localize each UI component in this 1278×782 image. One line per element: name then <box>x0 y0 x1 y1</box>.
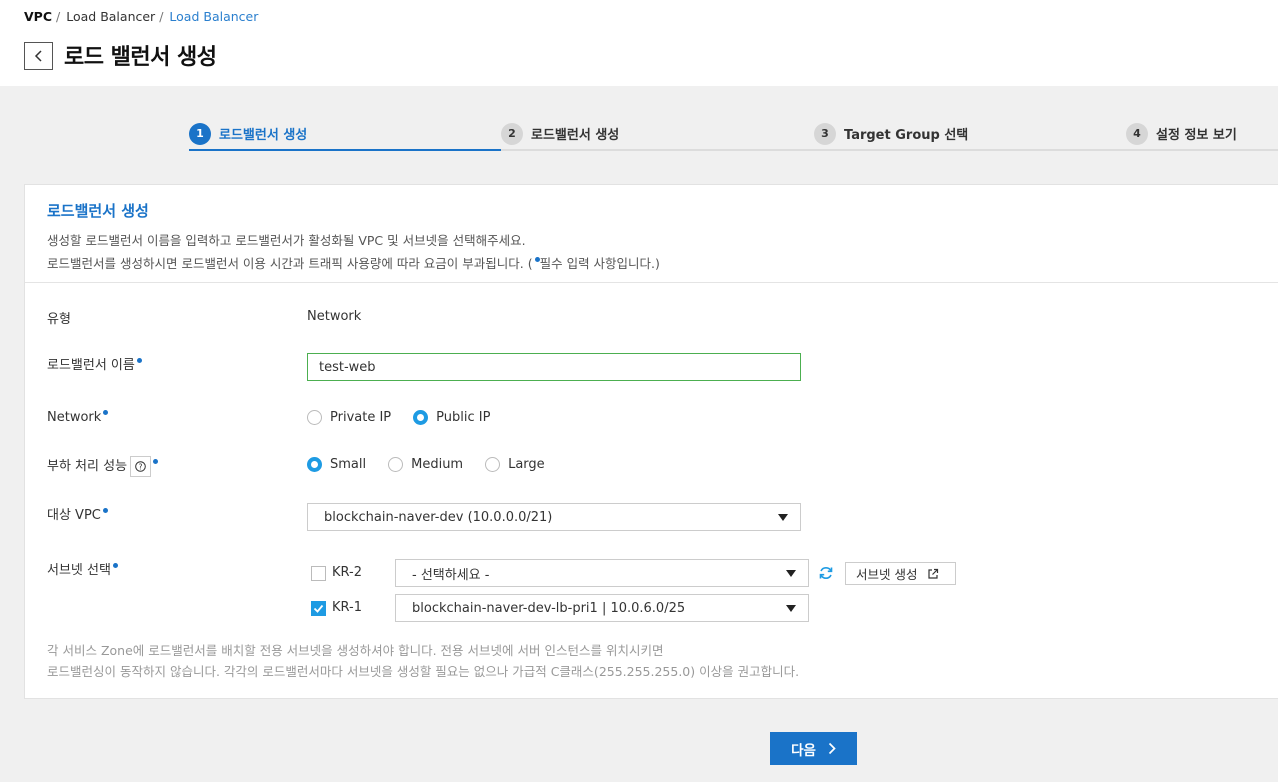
next-button[interactable]: 다음 <box>770 732 857 765</box>
kr2-subnet-select[interactable]: - 선택하세요 - <box>395 559 809 587</box>
required-dot-icon <box>153 459 159 464</box>
create-subnet-button[interactable]: 서브넷 생성 <box>845 562 956 585</box>
breadcrumb: VPC / Load Balancer / Load Balancer <box>24 9 258 24</box>
kr1-subnet-value: blockchain-naver-dev-lb-pri1 | 10.0.6.0/… <box>412 600 686 616</box>
step-label: 설정 정보 보기 <box>1156 128 1237 143</box>
note-line-1: 각 서비스 Zone에 로드밸런서를 배치할 전용 서브넷을 생성하셔야 합니다… <box>47 643 664 658</box>
vpc-label: 대상 VPC <box>47 508 101 523</box>
wizard-steps: 1 로드밸런서 생성 2 로드밸런서 생성 3 Target Group 선택 … <box>189 116 1278 151</box>
note-line-2: 로드밸런싱이 동작하지 않습니다. 각각의 로드밸런서마다 서브넷을 생성할 필… <box>47 664 800 679</box>
create-subnet-label: 서브넷 생성 <box>856 567 918 582</box>
radio-public-ip[interactable]: Public IP <box>413 410 490 425</box>
check-icon <box>313 604 324 613</box>
active-step-indicator <box>189 149 501 151</box>
step-number: 2 <box>501 122 523 145</box>
card-header: 로드밸런서 생성 생성할 로드밸런서 이름을 입력하고 로드밸런서가 활성화될 … <box>25 185 1278 283</box>
subnet-label: 서브넷 선택 <box>47 563 111 578</box>
load-balancer-name-input[interactable] <box>307 353 801 381</box>
step-number: 4 <box>1126 122 1148 145</box>
type-label: 유형 <box>47 312 71 327</box>
network-radio-group: Private IP Public IP <box>307 410 490 425</box>
radio-label: Large <box>508 457 545 472</box>
page-header: VPC / Load Balancer / Load Balancer 로드 밸… <box>0 0 1278 86</box>
caret-down-icon <box>778 514 788 521</box>
breadcrumb-current[interactable]: Load Balancer <box>169 9 258 24</box>
next-button-label: 다음 <box>791 742 816 758</box>
radio-label: Private IP <box>330 410 392 425</box>
step-3[interactable]: 3 Target Group 선택 <box>814 116 968 151</box>
required-dot-icon <box>136 358 142 363</box>
vpc-label-row: 대상 VPC <box>47 504 108 523</box>
radio-circle <box>485 457 501 472</box>
refresh-icon[interactable] <box>818 565 834 581</box>
breadcrumb-vpc[interactable]: VPC <box>24 9 52 24</box>
network-label-row: Network <box>47 410 109 425</box>
step-label: Target Group 선택 <box>844 128 969 143</box>
radio-circle <box>307 410 322 425</box>
required-dot-icon <box>103 410 109 415</box>
zone-kr2-label: KR-2 <box>332 565 362 580</box>
radio-label: Medium <box>411 457 464 472</box>
kr2-subnet-value: - 선택하세요 - <box>412 567 490 583</box>
caret-down-icon <box>786 605 796 612</box>
name-label-row: 로드밸런서 이름 <box>47 354 142 373</box>
breadcrumb-separator: / <box>159 9 164 24</box>
card-description: 생성할 로드밸런서 이름을 입력하고 로드밸런서가 활성화될 VPC 및 서브넷… <box>47 229 1256 275</box>
radio-medium[interactable]: Medium <box>388 457 463 472</box>
vpc-select[interactable]: blockchain-naver-dev (10.0.0.0/21) <box>307 503 801 531</box>
page-title: 로드 밸런서 생성 <box>64 45 217 70</box>
description-line-1: 생성할 로드밸런서 이름을 입력하고 로드밸런서가 활성화될 VPC 및 서브넷… <box>47 233 526 248</box>
step-label: 로드밸런서 생성 <box>531 128 620 143</box>
performance-radio-group: Small Medium Large <box>307 457 545 472</box>
external-link-icon <box>928 568 939 579</box>
card-title: 로드밸런서 생성 <box>47 202 149 220</box>
vpc-select-value: blockchain-naver-dev (10.0.0.0/21) <box>324 509 553 525</box>
step-number: 3 <box>814 122 836 145</box>
kr1-subnet-select[interactable]: blockchain-naver-dev-lb-pri1 | 10.0.6.0/… <box>395 594 809 622</box>
radio-private-ip[interactable]: Private IP <box>307 410 391 425</box>
svg-text:?: ? <box>139 462 143 471</box>
help-icon[interactable]: ? <box>130 456 152 477</box>
chevron-right-icon <box>828 742 836 755</box>
radio-circle <box>388 457 404 472</box>
network-label: Network <box>47 410 102 425</box>
performance-label-row: 부하 처리 성능? <box>47 455 159 477</box>
breadcrumb-load-balancer[interactable]: Load Balancer <box>66 9 155 24</box>
step-label: 로드밸런서 생성 <box>219 128 308 143</box>
step-1[interactable]: 1 로드밸런서 생성 <box>189 116 307 151</box>
name-label: 로드밸런서 이름 <box>47 358 135 373</box>
subnet-note: 각 서비스 Zone에 로드밸런서를 배치할 전용 서브넷을 생성하셔야 합니다… <box>47 640 799 682</box>
radio-circle-selected <box>307 457 322 472</box>
back-button[interactable] <box>24 42 53 70</box>
kr1-checkbox[interactable] <box>311 601 326 616</box>
radio-small[interactable]: Small <box>307 457 366 472</box>
subnet-label-row: 서브넷 선택 <box>47 559 118 578</box>
back-arrow-icon <box>34 50 42 62</box>
step-4[interactable]: 4 설정 정보 보기 <box>1126 116 1237 151</box>
required-dot-icon <box>112 563 118 568</box>
zone-kr1-label: KR-1 <box>332 600 362 615</box>
breadcrumb-separator: / <box>56 9 61 24</box>
required-dot-icon <box>102 508 108 513</box>
performance-label: 부하 처리 성능 <box>47 459 128 474</box>
radio-label: Public IP <box>436 410 491 425</box>
step-2[interactable]: 2 로드밸런서 생성 <box>501 116 619 151</box>
description-text: 로드밸런서를 생성하시면 로드밸런서 이용 시간과 트래픽 사용량에 따라 요금… <box>47 256 533 271</box>
description-line-2: 로드밸런서를 생성하시면 로드밸런서 이용 시간과 트래픽 사용량에 따라 요금… <box>47 252 1256 275</box>
kr2-checkbox[interactable] <box>311 566 326 581</box>
radio-circle-selected <box>413 410 429 425</box>
radio-large[interactable]: Large <box>485 457 545 472</box>
step-number: 1 <box>189 122 211 145</box>
type-value: Network <box>307 309 362 324</box>
form-card: 로드밸런서 생성 생성할 로드밸런서 이름을 입력하고 로드밸런서가 활성화될 … <box>24 184 1278 699</box>
required-note: 필수 입력 사항입니다.) <box>539 256 660 271</box>
radio-label: Small <box>330 457 367 472</box>
caret-down-icon <box>786 570 796 577</box>
